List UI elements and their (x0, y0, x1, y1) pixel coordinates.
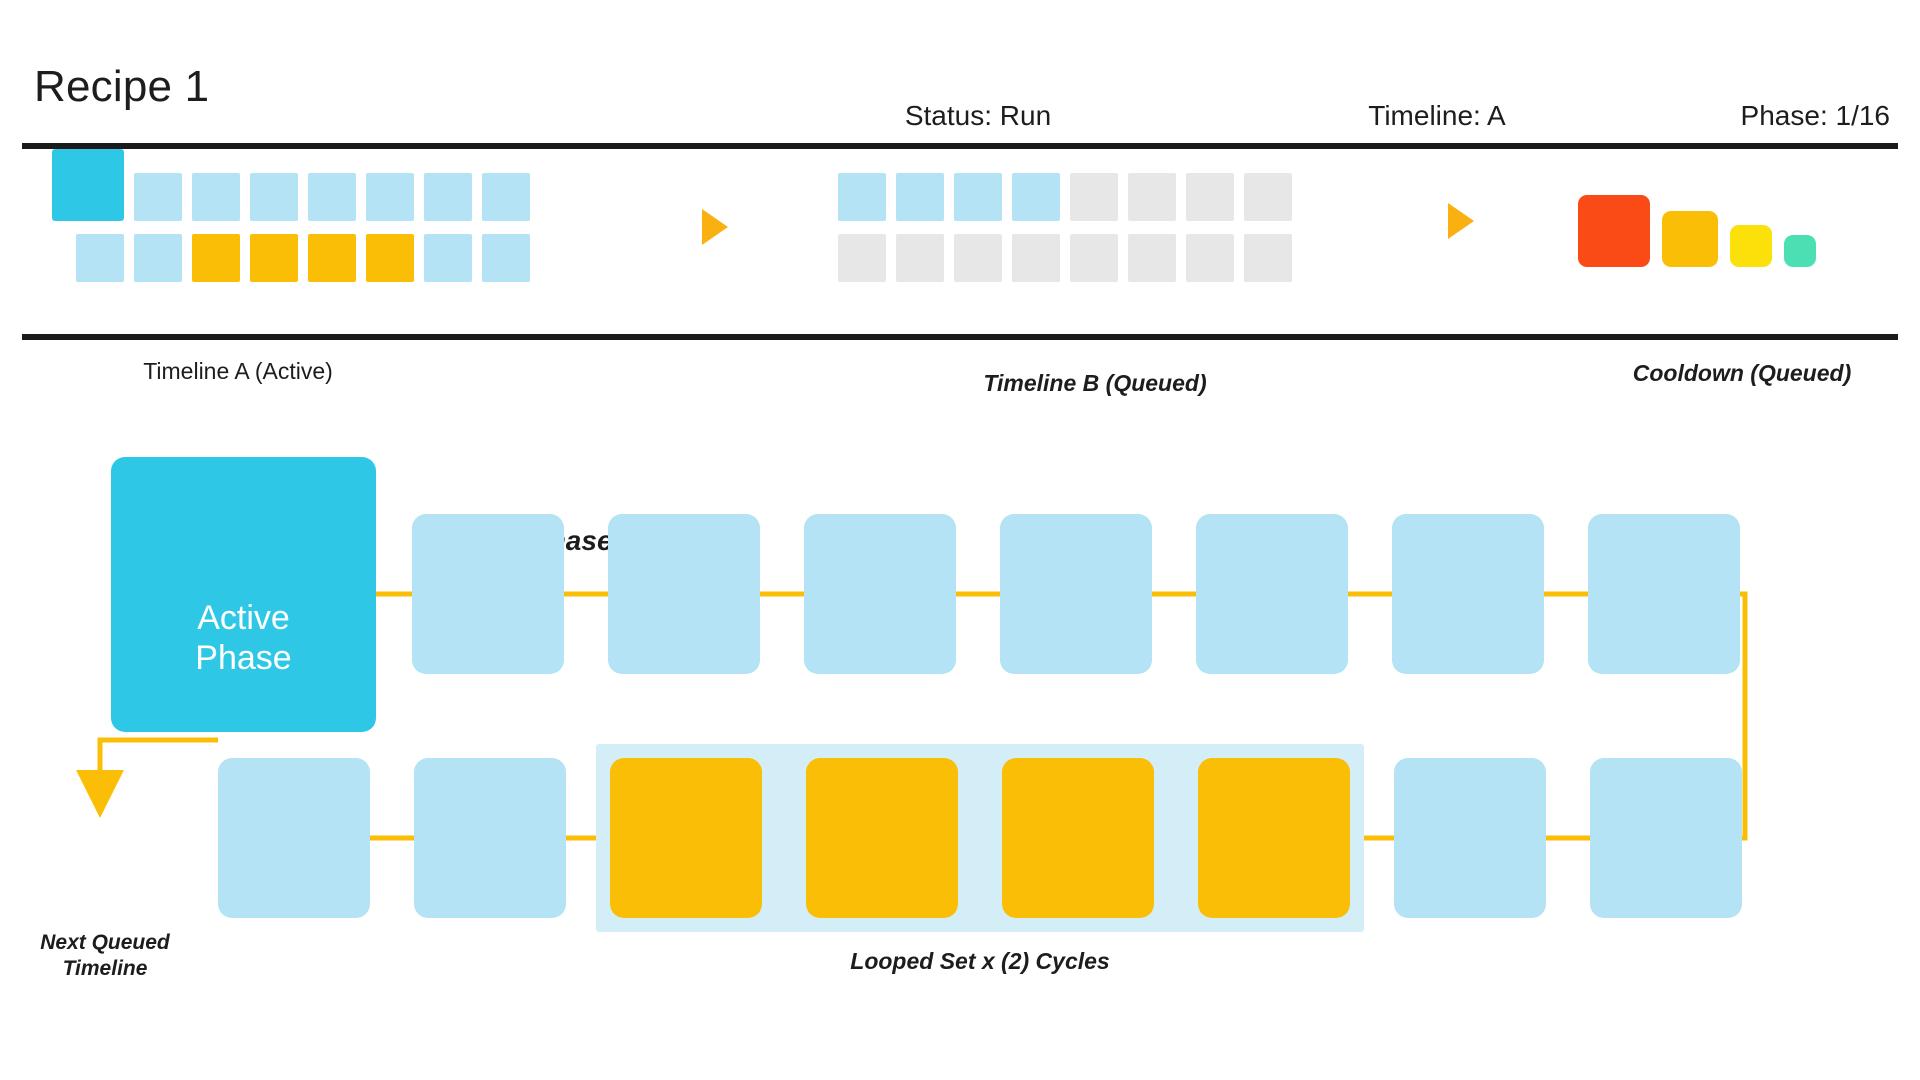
strip-cell-queued[interactable] (838, 173, 886, 221)
page-title: Recipe 1 (34, 62, 210, 111)
timeline-overview-strip (0, 149, 1920, 335)
cooldown-block[interactable] (1730, 225, 1772, 267)
strip-cell-queued[interactable] (134, 173, 182, 221)
strip-cell-queued[interactable] (308, 173, 356, 221)
cooldown-block[interactable] (1784, 235, 1816, 267)
phase-grid: Active Phase Queued Phases > > Looped Se… (0, 430, 1920, 1030)
header-bar: Recipe 1 Status: Run Timeline: A Phase: … (0, 0, 1920, 149)
phase-cell-queued[interactable] (1000, 514, 1152, 674)
cooldown-block[interactable] (1662, 211, 1718, 267)
strip-cell-idle[interactable] (1128, 173, 1176, 221)
strip-cell-queued[interactable] (424, 234, 472, 282)
strip-cell-queued[interactable] (482, 234, 530, 282)
phase-cell-queued[interactable] (1590, 758, 1742, 918)
phase-cell-loop[interactable] (806, 758, 958, 918)
strip-row-a-1 (52, 149, 530, 221)
strip-cell-idle[interactable] (896, 234, 944, 282)
looped-set-label: Looped Set x (2) Cycles (850, 948, 1110, 974)
play-arrow-icon-b-to-cooldown (1448, 203, 1474, 239)
strip-cell-queued[interactable] (954, 173, 1002, 221)
strip-cell-active[interactable] (52, 149, 124, 221)
cooldown-block[interactable] (1578, 195, 1650, 267)
status-phase-text: Phase: 1/16 (1740, 100, 1890, 131)
active-phase-label-line2: Phase (195, 638, 292, 677)
active-phase-block[interactable]: Active Phase (111, 457, 376, 732)
strip-cell-idle[interactable] (838, 234, 886, 282)
strip-cell-queued[interactable] (250, 173, 298, 221)
strip-cell-loop[interactable] (366, 234, 414, 282)
phase-cell-queued[interactable] (218, 758, 370, 918)
strip-cell-queued[interactable] (76, 234, 124, 282)
phase-cell-queued[interactable] (1394, 758, 1546, 918)
strip-cell-idle[interactable] (1186, 234, 1234, 282)
caption-timeline-a: Timeline A (Active) (143, 358, 333, 384)
strip-cell-queued[interactable] (1012, 173, 1060, 221)
strip-cell-idle[interactable] (1070, 173, 1118, 221)
strip-group-cooldown[interactable] (1578, 177, 1816, 267)
strip-cell-queued[interactable] (424, 173, 472, 221)
next-queued-timeline-label: Next Queued Timeline (30, 930, 180, 983)
strip-row (838, 234, 1292, 282)
strip-cell-idle[interactable] (1186, 173, 1234, 221)
next-queued-line1: Next Queued (40, 931, 170, 954)
strip-cell-idle[interactable] (1128, 234, 1176, 282)
strip-cell-queued[interactable] (134, 234, 182, 282)
strip-cell-queued[interactable] (192, 173, 240, 221)
strip-cell-queued[interactable] (366, 173, 414, 221)
phase-cell-loop[interactable] (610, 758, 762, 918)
strip-cell-idle[interactable] (1012, 234, 1060, 282)
strip-row (838, 173, 1292, 221)
strip-cell-loop[interactable] (250, 234, 298, 282)
phase-cell-queued[interactable] (412, 514, 564, 674)
phase-cell-queued[interactable] (1392, 514, 1544, 674)
next-queued-line2: Timeline (62, 957, 148, 981)
active-phase-label-line1: Active (197, 599, 290, 638)
phase-cell-queued[interactable] (608, 514, 760, 674)
caption-cooldown: Cooldown (Queued) (1632, 360, 1852, 386)
status-timeline-text: Timeline: A (1368, 100, 1506, 131)
caption-timeline-b: Timeline B (Queued) (983, 370, 1207, 396)
phase-cell-loop[interactable] (1002, 758, 1154, 918)
strip-cell-idle[interactable] (954, 234, 1002, 282)
strip-row-a-2 (76, 234, 530, 282)
phase-cell-queued[interactable] (1588, 514, 1740, 674)
play-arrow-icon-a-to-b (702, 209, 728, 245)
strip-cell-loop[interactable] (192, 234, 240, 282)
strip-cell-queued[interactable] (896, 173, 944, 221)
strip-cell-loop[interactable] (308, 234, 356, 282)
phase-cell-queued[interactable] (1196, 514, 1348, 674)
phase-cell-loop[interactable] (1198, 758, 1350, 918)
strip-cell-idle[interactable] (1070, 234, 1118, 282)
strip-cell-idle[interactable] (1244, 173, 1292, 221)
phase-cell-queued[interactable] (414, 758, 566, 918)
status-run-text: Status: Run (904, 100, 1052, 131)
strip-cell-queued[interactable] (482, 173, 530, 221)
strip-divider-bottom (22, 334, 1898, 340)
phase-cell-queued[interactable] (804, 514, 956, 674)
strip-cell-idle[interactable] (1244, 234, 1292, 282)
